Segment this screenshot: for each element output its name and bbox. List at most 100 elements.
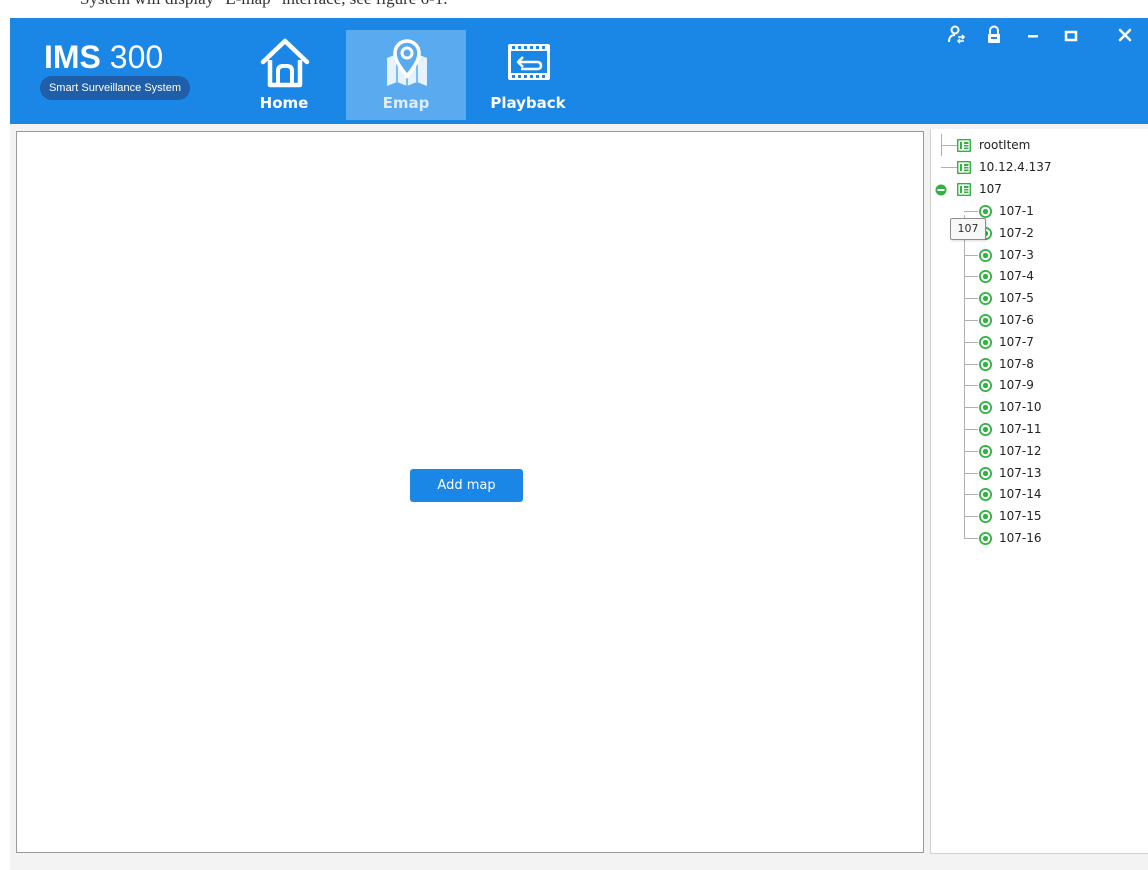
user-switch-icon <box>948 25 966 44</box>
tree-node-label: 107-12 <box>999 444 1042 458</box>
tree-node-channel[interactable]: 107-5 <box>979 288 1099 309</box>
camera-online-icon <box>979 423 992 436</box>
device-group-icon <box>957 183 971 196</box>
home-icon <box>260 38 310 88</box>
camera-online-icon <box>979 336 992 349</box>
tree-node-root[interactable]: rootItem <box>957 135 1107 156</box>
minimize-button[interactable] <box>1018 20 1048 50</box>
device-group-icon <box>957 161 971 174</box>
tree-node-channel[interactable]: 107-4 <box>979 266 1099 287</box>
tree-node-channel[interactable]: 107-12 <box>979 441 1099 462</box>
tree-node-channel[interactable]: 107-14 <box>979 484 1099 505</box>
tree-connector <box>964 364 978 365</box>
tree-connector <box>964 451 978 452</box>
camera-online-icon <box>979 205 992 218</box>
tree-node-label: 107-10 <box>999 400 1042 414</box>
tab-home[interactable]: Home <box>224 30 344 120</box>
close-button[interactable] <box>1110 20 1140 50</box>
tree-connector <box>964 215 965 539</box>
maximize-icon <box>1064 30 1078 42</box>
tab-emap[interactable]: Emap <box>346 30 466 120</box>
emap-canvas[interactable]: Add map <box>16 131 924 853</box>
document-caption: System will display "E-map" interface, s… <box>80 0 447 10</box>
tree-node-channel[interactable]: 107-10 <box>979 397 1099 418</box>
camera-online-icon <box>979 249 992 262</box>
camera-online-icon <box>979 314 992 327</box>
lock-icon <box>988 25 1000 43</box>
tree-connector <box>964 211 978 212</box>
tree-node-label: 107-11 <box>999 422 1042 436</box>
tree-node-channel[interactable]: 107-9 <box>979 375 1099 396</box>
tree-node-label: 107-16 <box>999 531 1042 545</box>
ims300-window: IMS 300 Smart Surveillance System Home E… <box>10 18 1148 870</box>
tree-node-channel[interactable]: 107-15 <box>979 506 1099 527</box>
tree-node-channel[interactable]: 107-3 <box>979 245 1099 266</box>
camera-online-icon <box>979 401 992 414</box>
tab-emap-label: Emap <box>382 94 430 112</box>
tree-connector <box>964 538 978 539</box>
tab-playback[interactable]: Playback <box>468 30 588 120</box>
tree-connector <box>964 407 978 408</box>
camera-online-icon <box>979 488 992 501</box>
tree-connector <box>964 342 978 343</box>
tree-connector <box>941 145 957 146</box>
app-logo: IMS 300 Smart Surveillance System <box>40 40 190 100</box>
playback-icon <box>508 44 550 80</box>
camera-online-icon <box>979 270 992 283</box>
tree-connector <box>941 167 957 168</box>
camera-online-icon <box>979 467 992 480</box>
top-navigation-bar: IMS 300 Smart Surveillance System Home E… <box>10 18 1148 124</box>
tree-node-label: rootItem <box>979 138 1031 152</box>
camera-online-icon <box>979 358 992 371</box>
tab-playback-label: Playback <box>490 94 566 112</box>
camera-online-icon <box>979 445 992 458</box>
logo-title: IMS 300 <box>40 40 190 74</box>
logo-subtitle: Smart Surveillance System <box>40 76 190 100</box>
tree-node-label: 107-9 <box>999 378 1034 392</box>
tree-node-channel[interactable]: 107-7 <box>979 332 1099 353</box>
tree-connector <box>964 429 978 430</box>
tree-node-label: 107-3 <box>999 248 1034 262</box>
tab-home-label: Home <box>259 94 309 112</box>
tree-node-device[interactable]: 10.12.4.137 <box>957 157 1107 178</box>
tree-node-channel[interactable]: 107-8 <box>979 354 1099 375</box>
lock-button[interactable] <box>979 20 1009 50</box>
tree-node-label: 107-8 <box>999 357 1034 371</box>
tree-connector <box>964 276 978 277</box>
tree-connector <box>964 320 978 321</box>
tree-node-channel[interactable]: 107-13 <box>979 463 1099 484</box>
tree-connector <box>964 385 978 386</box>
tree-node-channel[interactable]: 107-1 <box>979 201 1099 222</box>
tree-connector <box>964 516 978 517</box>
tree-node-label: 10.12.4.137 <box>979 160 1052 174</box>
tree-tooltip: 107 <box>950 218 986 240</box>
collapse-toggle-icon[interactable] <box>935 184 947 196</box>
tree-node-channel[interactable]: 107-11 <box>979 419 1099 440</box>
logo-brand: IMS <box>44 39 101 75</box>
close-icon <box>1118 28 1132 42</box>
device-group-icon <box>957 139 971 152</box>
tree-node-label: 107-15 <box>999 509 1042 523</box>
camera-online-icon <box>979 379 992 392</box>
tree-node-channel[interactable]: 107-6 <box>979 310 1099 331</box>
tree-node-group[interactable]: 107 <box>957 179 1107 200</box>
tree-connector <box>964 255 978 256</box>
tree-node-label: 107-1 <box>999 204 1034 218</box>
minimize-icon <box>1028 35 1038 38</box>
tree-node-channel[interactable]: 107-2 <box>979 223 1099 244</box>
tree-connector <box>964 473 978 474</box>
add-map-button[interactable]: Add map <box>410 469 523 502</box>
tree-node-label: 107-7 <box>999 335 1034 349</box>
tree-connector <box>964 298 978 299</box>
logo-model: 300 <box>109 39 164 75</box>
tree-node-channel[interactable]: 107-16 <box>979 528 1099 549</box>
maximize-button[interactable] <box>1056 20 1086 50</box>
map-pin-icon <box>387 39 427 86</box>
camera-online-icon <box>979 510 992 523</box>
tree-node-label: 107-13 <box>999 466 1042 480</box>
user-switch-button[interactable] <box>942 20 972 50</box>
tree-node-label: 107-5 <box>999 291 1034 305</box>
tree-connector <box>964 494 978 495</box>
tree-node-label: 107 <box>979 182 1002 196</box>
camera-online-icon <box>979 532 992 545</box>
